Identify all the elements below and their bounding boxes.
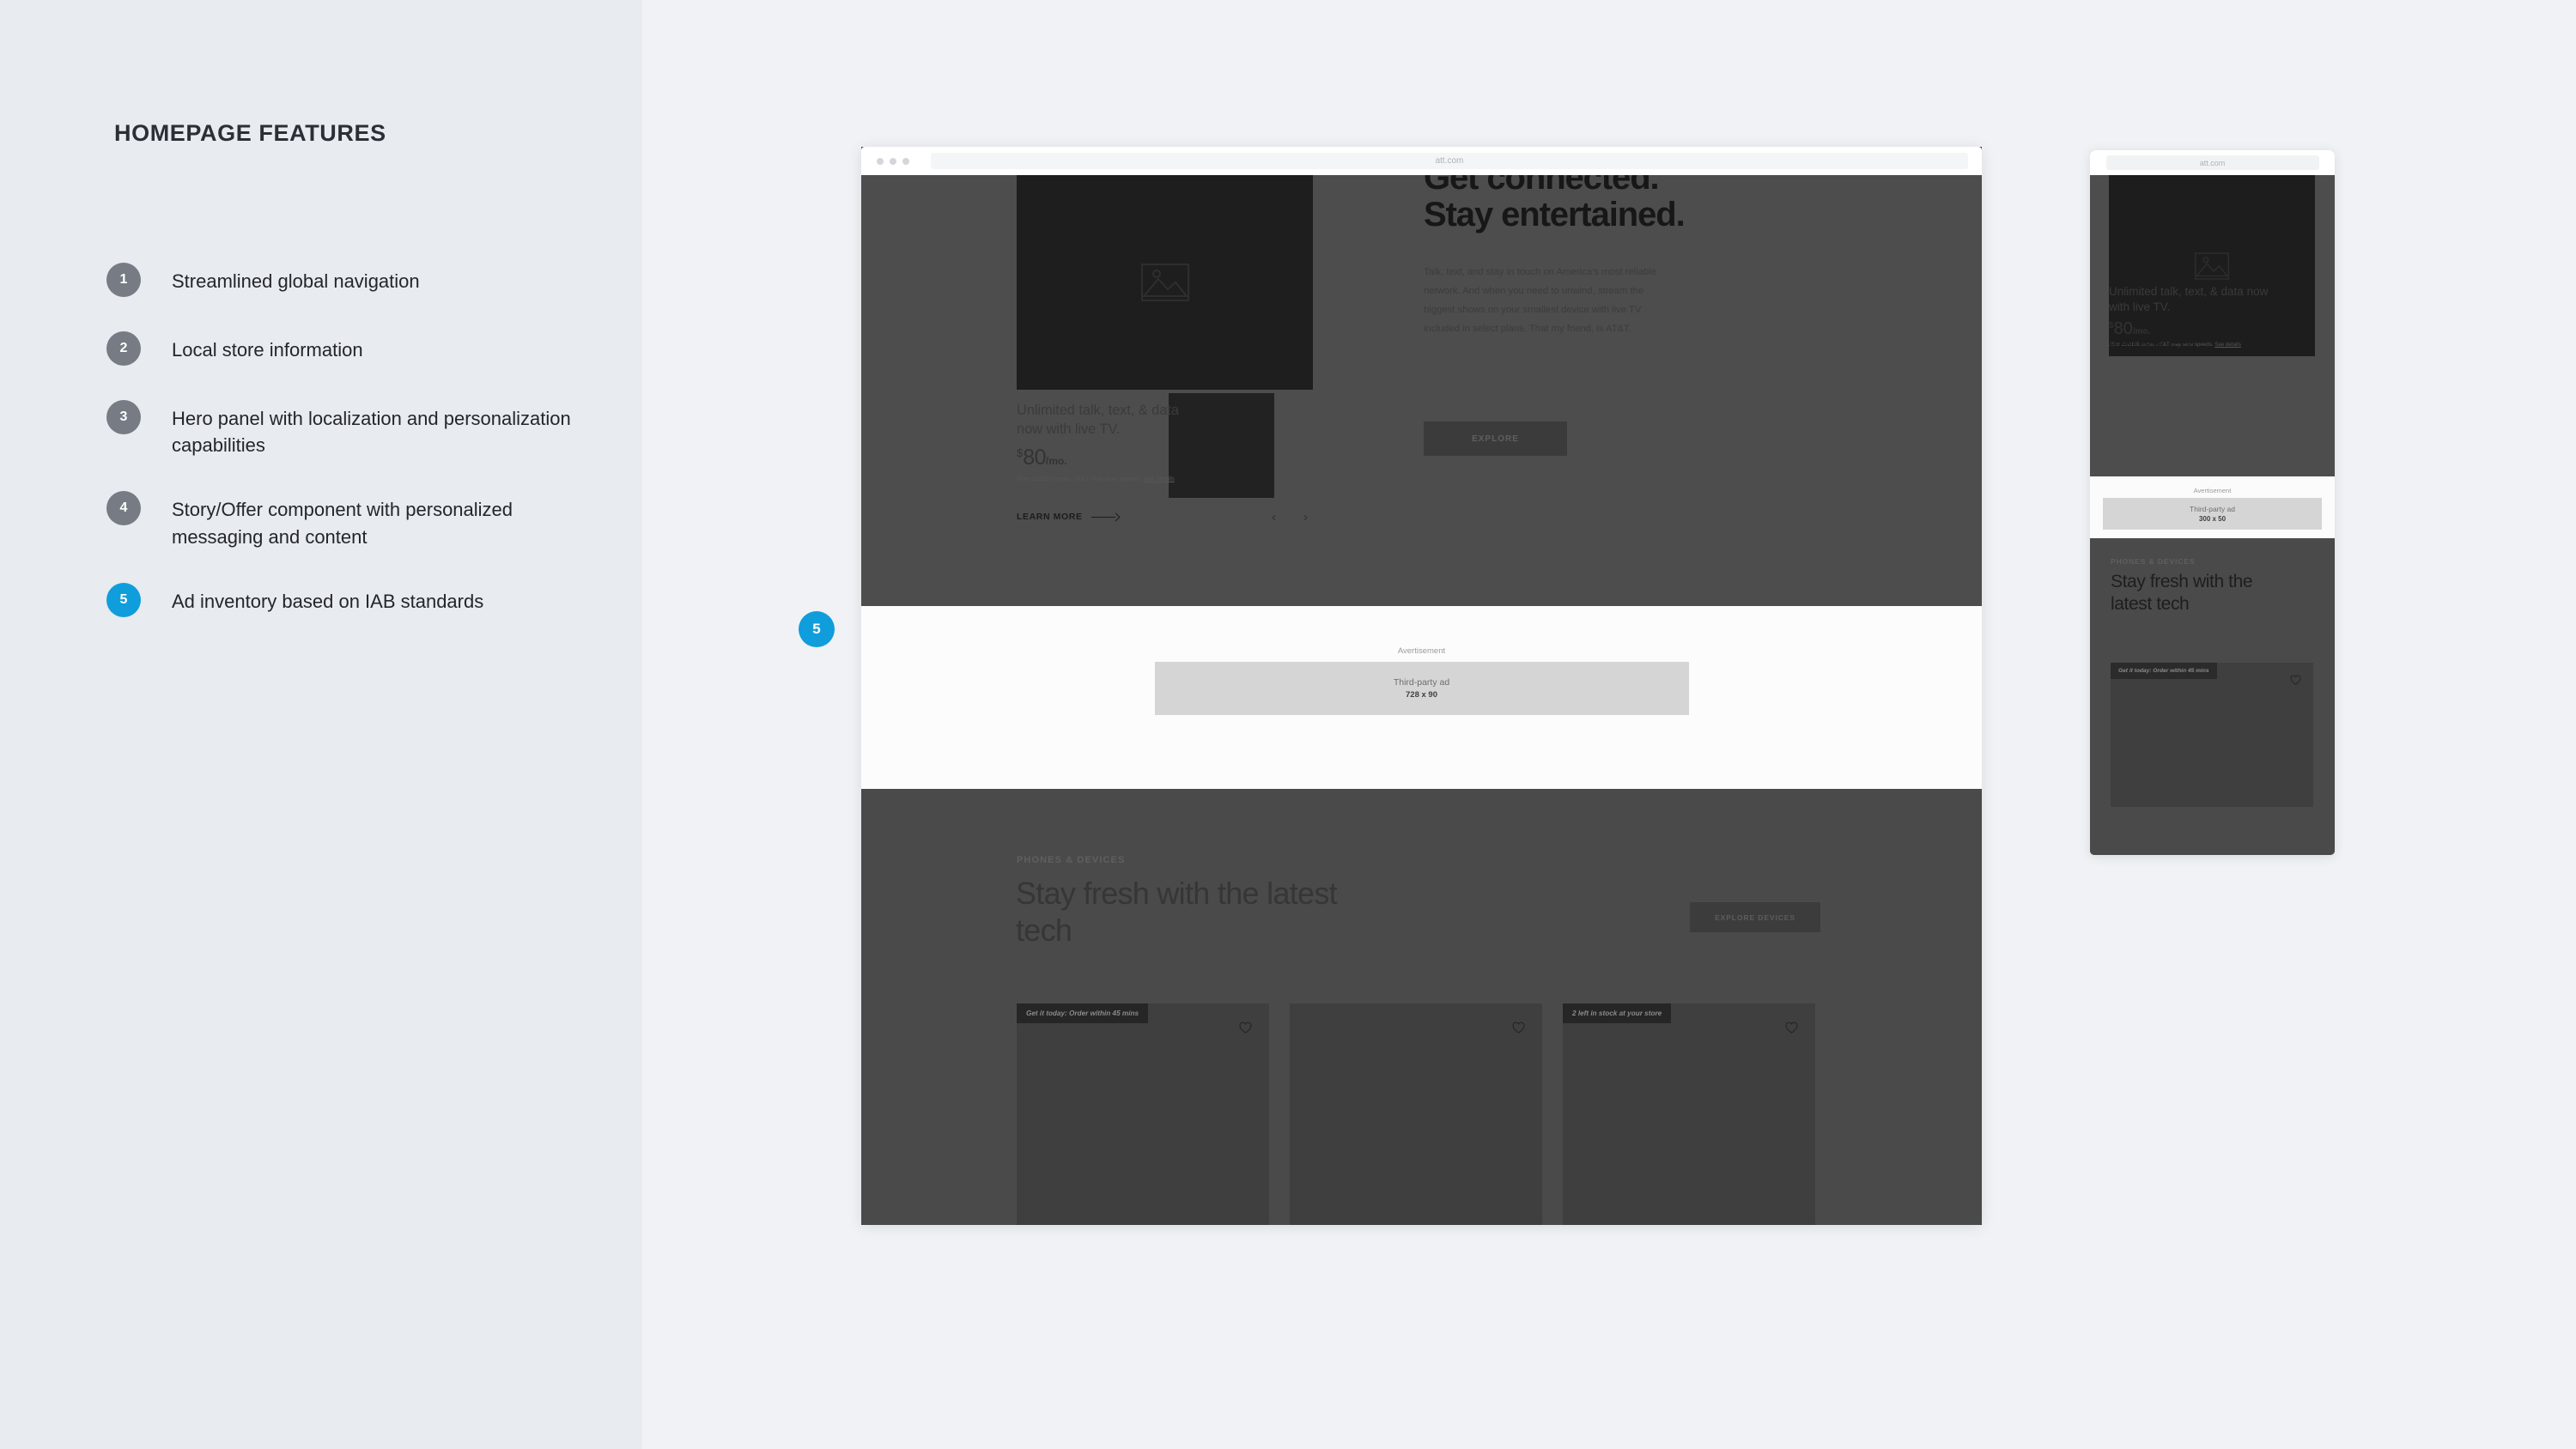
ad-slot-leaderboard[interactable]: Third-party ad 728 x 90 (1154, 662, 1689, 715)
explore-devices-button[interactable]: EXPLORE DEVICES (1690, 902, 1820, 932)
mobile-browser-mockup: att.com Unlimited talk, text, & data now… (2090, 150, 2335, 855)
ad-section: Avertisement Third-party ad 728 x 90 (861, 606, 1982, 789)
hero-offer-content: Unlimited talk, text, & data now with li… (1017, 402, 1197, 483)
hero-heading-line2: Stay entertained. (1424, 196, 1686, 234)
device-card-3[interactable]: 2 left in stock at your store (1563, 1003, 1815, 1225)
hero-explore-button[interactable]: EXPLORE (1424, 421, 1567, 456)
mobile-device-card-badge: Get it today: Order within 45 mins (2111, 663, 2217, 679)
hero-body-text: Talk, text, and stay in touch on America… (1424, 267, 1657, 335)
chevron-left-icon[interactable]: ‹ (1272, 510, 1276, 524)
feature-number-badge-4: 4 (106, 491, 141, 526)
mobile-learn-more-link[interactable]: LEARN MORE (2109, 338, 2191, 347)
mobile-learn-more-label: LEARN MORE (2109, 338, 2163, 347)
image-placeholder-icon (1140, 264, 1189, 301)
feature-label-2: Local store information (172, 339, 363, 361)
hero-learn-more-label: LEARN MORE (1017, 512, 1083, 522)
chevron-right-icon[interactable]: › (1303, 510, 1308, 524)
feature-number-badge-3: 3 (106, 400, 141, 434)
address-bar[interactable]: att.com (931, 153, 1968, 169)
offer-fineprint: After 22GB/line/mo. AT&T may slow speeds… (1017, 475, 1197, 483)
feature-label-1: Streamlined global navigation (172, 270, 420, 292)
offer-price-amount: 80 (1023, 445, 1047, 470)
offer-price-period: /mo. (1046, 454, 1067, 467)
mobile-hero-section: Unlimited talk, text, & data now with li… (2090, 175, 2335, 476)
browser-chrome: att.com (861, 147, 1982, 175)
heart-icon[interactable] (2290, 675, 2301, 685)
offer-price: $80/mo. (1017, 445, 1197, 470)
devices-section: PHONES & DEVICES Stay fresh with the lat… (861, 789, 1982, 1225)
feature-label-3: Hero panel with localization and persona… (172, 408, 571, 457)
mobile-device-card[interactable]: Get it today: Order within 45 mins (2111, 663, 2313, 807)
mobile-offer-price-amount: 80 (2113, 318, 2133, 338)
feature-number-badge-2: 2 (106, 331, 141, 366)
mobile-offer-price: $80/mo. (2109, 320, 2281, 337)
list-item-1: 1 Streamlined global navigation (106, 263, 587, 297)
mobile-devices-heading: Stay fresh with the latest tech (2111, 572, 2253, 614)
close-icon[interactable] (877, 157, 884, 165)
list-item-4: 4 Story/Offer component with personalize… (106, 491, 587, 549)
window-controls (877, 157, 909, 165)
mobile-ad-slot-banner[interactable]: Third-party ad 300 x 50 (2103, 498, 2322, 530)
ad-slot-size: 728 x 90 (1406, 690, 1437, 700)
mobile-offer-headline: Unlimited talk, text, & data now with li… (2109, 285, 2269, 313)
feature-list: 1 Streamlined global navigation 2 Local … (106, 263, 587, 657)
callout-marker-5: 5 (799, 611, 835, 647)
device-card-badge-3: 2 left in stock at your store (1563, 1003, 1672, 1023)
ad-slot-title: Third-party ad (1393, 677, 1450, 688)
offer-see-details-link[interactable]: See details (1143, 475, 1175, 482)
mobile-ad-disclosure-label: Avertisement (2193, 487, 2232, 494)
mobile-ad-slot-size: 300 x 50 (2198, 515, 2227, 523)
devices-eyebrow: PHONES & DEVICES (1017, 855, 1126, 865)
device-card-list: Get it today: Order within 45 mins 2 lef… (1017, 1003, 1815, 1225)
hero-learn-more-link[interactable]: LEARN MORE (1017, 512, 1119, 522)
hero-carousel-nav: ‹ › (1272, 510, 1308, 524)
offer-headline: Unlimited talk, text, & data now with li… (1017, 403, 1179, 437)
devices-heading: Stay fresh with the latest tech (1016, 876, 1338, 949)
mobile-offer-price-period: /mo. (2132, 326, 2151, 336)
arrow-right-icon (1091, 513, 1119, 520)
mobile-browser-chrome: att.com (2090, 150, 2335, 175)
list-item-2: 2 Local store information (106, 331, 587, 366)
minimize-icon[interactable] (890, 157, 896, 165)
offer-fineprint-text: After 22GB/line/mo. AT&T may slow speeds… (1017, 474, 1144, 482)
list-item-3: 3 Hero panel with localization and perso… (106, 400, 587, 458)
heart-icon[interactable] (1785, 1022, 1798, 1034)
feature-label-4: Story/Offer component with personalized … (172, 499, 513, 548)
heart-icon[interactable] (1512, 1022, 1525, 1034)
hero-section: Unlimited talk, text, & data now with li… (861, 175, 1982, 606)
page-title: HOMEPAGE FEATURES (114, 120, 386, 146)
heart-icon[interactable] (1239, 1022, 1252, 1034)
mobile-ad-slot-title: Third-party ad (2190, 505, 2235, 513)
mobile-address-bar[interactable]: att.com (2105, 155, 2319, 170)
slide-canvas: HOMEPAGE FEATURES 1 Streamlined global n… (0, 0, 2576, 1449)
device-card-2[interactable] (1290, 1003, 1542, 1225)
arrow-right-icon (2169, 340, 2191, 346)
image-placeholder-icon (2195, 252, 2229, 280)
mobile-ad-section: Avertisement Third-party ad 300 x 50 (2090, 476, 2335, 538)
device-card-badge-1: Get it today: Order within 45 mins (1017, 1003, 1149, 1023)
feature-label-5: Ad inventory based on IAB standards (172, 590, 484, 612)
ad-disclosure-label: Avertisement (1397, 646, 1446, 656)
maximize-icon[interactable] (902, 157, 909, 165)
mobile-devices-section: PHONES & DEVICES Stay fresh with the lat… (2090, 538, 2335, 855)
list-item-5: 5 Ad inventory based on IAB standards (106, 582, 587, 617)
hero-image-placeholder (1017, 175, 1313, 390)
feature-number-badge-1: 1 (106, 263, 141, 297)
hero-heading-line1: Get connected. (1424, 175, 1660, 197)
device-card-1[interactable]: Get it today: Order within 45 mins (1017, 1003, 1269, 1225)
mobile-devices-eyebrow: PHONES & DEVICES (2111, 557, 2196, 566)
hero-copy: Get connected. Stay entertained. Talk, t… (1424, 175, 1707, 338)
mobile-offer-see-details-link[interactable]: See details (2215, 342, 2241, 348)
mobile-hero-image-secondary (2300, 175, 2315, 356)
feature-number-badge-5: 5 (106, 582, 141, 617)
features-panel: HOMEPAGE FEATURES 1 Streamlined global n… (0, 0, 642, 1449)
desktop-browser-mockup: att.com Unlimited talk, text, & data now… (861, 147, 1982, 1225)
